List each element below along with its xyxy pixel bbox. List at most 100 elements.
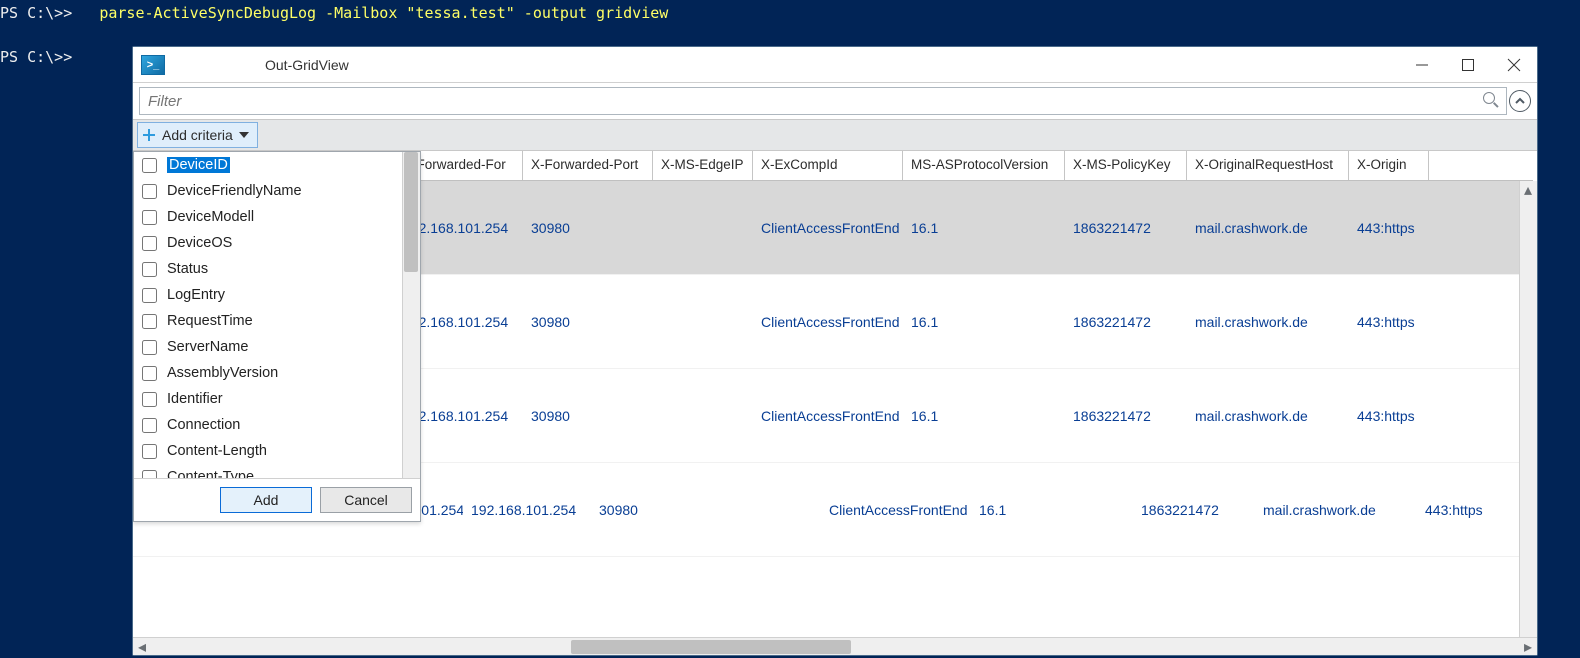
criteria-scrollbar[interactable] — [402, 152, 420, 478]
criteria-item[interactable]: Content-Type — [134, 464, 420, 478]
criteria-label: DeviceID — [167, 157, 230, 173]
cell-edge — [653, 224, 753, 232]
criteria-label: AssemblyVersion — [167, 365, 278, 381]
titlebar[interactable]: >_ Out-GridView — [133, 47, 1537, 83]
criteria-checkbox[interactable] — [142, 314, 157, 329]
minimize-button[interactable] — [1399, 47, 1445, 83]
cell-origp: 443:https — [1349, 310, 1429, 334]
criteria-item[interactable]: Identifier — [134, 386, 420, 412]
criteria-label: Status — [167, 261, 208, 277]
column-header-edge[interactable]: X-MS-EdgeIP — [653, 151, 753, 180]
cell-origh: mail.crashwork.de — [1187, 216, 1349, 240]
add-criteria-button[interactable]: Add criteria — [137, 122, 258, 148]
maximize-button[interactable] — [1445, 47, 1491, 83]
plus-icon — [142, 128, 156, 142]
criteria-label: DeviceFriendlyName — [167, 183, 302, 199]
chevron-up-icon — [1514, 95, 1526, 107]
ps-line-1: PS C:\>> parse-ActiveSyncDebugLog -Mailb… — [0, 2, 1580, 24]
column-header-polkey[interactable]: X-MS-PolicyKey — [1065, 151, 1187, 180]
criteria-checkbox[interactable] — [142, 158, 157, 173]
close-icon — [1507, 58, 1521, 72]
criteria-item[interactable]: RequestTime — [134, 308, 420, 334]
column-header-origh[interactable]: X-OriginalRequestHost — [1187, 151, 1349, 180]
scroll-track[interactable] — [151, 640, 1519, 654]
criteria-label: Identifier — [167, 391, 223, 407]
cell-origp: 443:https — [1349, 404, 1429, 428]
criteria-checkbox[interactable] — [142, 210, 157, 225]
criteria-popup: DeviceID DeviceFriendlyName DeviceModell De… — [133, 151, 421, 522]
filter-input[interactable] — [139, 87, 1507, 115]
column-header-asv[interactable]: MS-ASProtocolVersion — [903, 151, 1065, 180]
criteria-label: Connection — [167, 417, 240, 433]
criteria-checkbox[interactable] — [142, 392, 157, 407]
cell-exc: ClientAccessFrontEnd — [753, 216, 903, 240]
maximize-icon — [1461, 58, 1475, 72]
search-icon — [1483, 92, 1501, 110]
criteria-item[interactable]: Status — [134, 256, 420, 282]
criteria-checkbox[interactable] — [142, 288, 157, 303]
powershell-icon: >_ — [141, 55, 165, 75]
column-header-origp[interactable]: X-Origin — [1349, 151, 1429, 180]
criteria-item[interactable]: DeviceModell — [134, 204, 420, 230]
cell-exc: ClientAccessFrontEnd — [753, 404, 903, 428]
criteria-item[interactable]: Connection — [134, 412, 420, 438]
cell-xfp: 30980 — [523, 216, 653, 240]
criteria-item[interactable]: DeviceOS — [134, 230, 420, 256]
criteria-label: ServerName — [167, 339, 248, 355]
grid-area: IP X-Forwarded-For X-Forwarded-Port X-MS… — [133, 151, 1537, 655]
cell-origh: mail.crashwork.de — [1187, 404, 1349, 428]
scroll-up-icon: ▴ — [1521, 183, 1535, 197]
criteria-item[interactable]: DeviceID — [134, 152, 420, 178]
cell-asv: 16.1 — [903, 404, 1065, 428]
criteria-item[interactable]: AssemblyVersion — [134, 360, 420, 386]
criteria-checkbox[interactable] — [142, 444, 157, 459]
ps-line-2 — [0, 24, 1580, 46]
criteria-bar: Add criteria — [133, 120, 1537, 151]
criteria-item[interactable]: Content-Length — [134, 438, 420, 464]
criteria-label: LogEntry — [167, 287, 225, 303]
criteria-cancel-button[interactable]: Cancel — [320, 487, 412, 513]
cell-origh: mail.crashwork.de — [1255, 498, 1417, 522]
criteria-label: Content-Length — [167, 443, 267, 459]
cell-edge — [653, 318, 753, 326]
criteria-label: RequestTime — [167, 313, 253, 329]
criteria-checkbox[interactable] — [142, 340, 157, 355]
criteria-checkbox[interactable] — [142, 236, 157, 251]
criteria-item[interactable]: LogEntry — [134, 282, 420, 308]
vertical-scrollbar[interactable]: ▴ — [1519, 181, 1537, 637]
horizontal-scrollbar[interactable]: ◂ ▸ — [133, 637, 1537, 655]
criteria-checkbox[interactable] — [142, 184, 157, 199]
close-button[interactable] — [1491, 47, 1537, 83]
cell-xfp: 30980 — [523, 310, 653, 334]
ps-prompt: PS C:\>> — [0, 4, 72, 22]
criteria-label: Content-Type — [167, 469, 254, 478]
window-title: Out-GridView — [265, 57, 349, 73]
criteria-item[interactable]: DeviceFriendlyName — [134, 178, 420, 204]
cell-xfp: 30980 — [591, 498, 721, 522]
criteria-add-button[interactable]: Add — [220, 487, 312, 513]
criteria-label: DeviceModell — [167, 209, 254, 225]
criteria-item[interactable]: ServerName — [134, 334, 420, 360]
criteria-checkbox[interactable] — [142, 366, 157, 381]
column-header-xfp[interactable]: X-Forwarded-Port — [523, 151, 653, 180]
column-header-exc[interactable]: X-ExCompId — [753, 151, 903, 180]
criteria-scroll-thumb[interactable] — [404, 152, 418, 272]
add-criteria-label: Add criteria — [162, 127, 233, 143]
scroll-thumb[interactable] — [571, 640, 851, 654]
cell-origp: 443:https — [1349, 216, 1429, 240]
collapse-toggle[interactable] — [1509, 90, 1531, 112]
cell-edge — [653, 412, 753, 420]
cell-asv: 16.1 — [903, 310, 1065, 334]
cell-origh: mail.crashwork.de — [1187, 310, 1349, 334]
criteria-checkbox[interactable] — [142, 418, 157, 433]
criteria-label: DeviceOS — [167, 235, 232, 251]
criteria-checkbox[interactable] — [142, 262, 157, 277]
ps-prompt-2: PS C:\>> — [0, 48, 72, 66]
criteria-list: DeviceID DeviceFriendlyName DeviceModell De… — [134, 152, 420, 478]
cell-origp: 443:https — [1417, 498, 1497, 522]
cell-asv: 16.1 — [971, 498, 1133, 522]
criteria-popup-buttons: Add Cancel — [134, 478, 420, 521]
cell-polkey: 1863221472 — [1065, 216, 1187, 240]
criteria-checkbox[interactable] — [142, 470, 157, 479]
cell-xff: 192.168.101.254 — [463, 498, 591, 522]
